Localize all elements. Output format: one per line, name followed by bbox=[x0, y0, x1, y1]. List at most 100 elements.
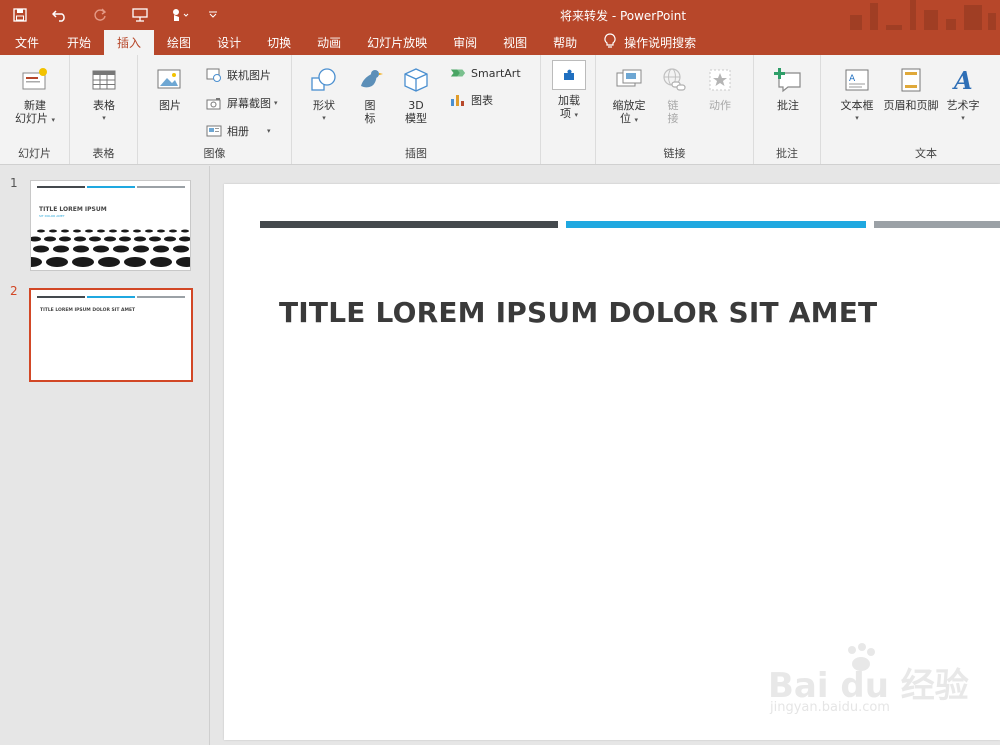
group-label: 批注 bbox=[776, 147, 798, 160]
redo-icon bbox=[93, 8, 107, 22]
shapes-button[interactable]: 形状 ▾ bbox=[304, 65, 344, 125]
slide-thumbnail-1[interactable]: TITLE LOREM IPSUM SIT DOLOR AMET bbox=[30, 180, 191, 271]
tab-insert[interactable]: 插入 bbox=[104, 30, 155, 55]
window-title: 将来转发 - PowerPoint bbox=[560, 9, 687, 23]
tab-file[interactable]: 文件 bbox=[0, 30, 54, 55]
group-label: 表格 bbox=[92, 147, 115, 160]
ribbon-tabs: 文件 开始 插入 绘图 设计 切换 动画 幻灯片放映 审阅 视图 帮助 操作说明… bbox=[0, 30, 1000, 55]
wordart-button[interactable]: A 艺术字 ▾ bbox=[943, 65, 983, 125]
chevron-down-icon: ▾ bbox=[574, 111, 578, 119]
online-pictures-button[interactable]: 联机图片 bbox=[206, 67, 271, 83]
chevron-down-icon: ▾ bbox=[855, 114, 859, 122]
chevron-down-icon: ▾ bbox=[322, 114, 326, 122]
touch-mode-button[interactable] bbox=[160, 0, 200, 30]
group-tables: 表格 ▾ 表格 bbox=[70, 55, 138, 164]
tab-view[interactable]: 视图 bbox=[490, 30, 540, 55]
chevron-down-icon: ▾ bbox=[102, 114, 106, 122]
3d-models-button[interactable]: 3D 模型 bbox=[396, 65, 436, 125]
camera-icon bbox=[206, 95, 222, 111]
tab-design[interactable]: 设计 bbox=[204, 30, 254, 55]
tab-slideshow[interactable]: 幻灯片放映 bbox=[354, 30, 440, 55]
thumb-title: TITLE LOREM IPSUM DOLOR SIT AMET bbox=[40, 308, 136, 313]
tab-transitions[interactable]: 切换 bbox=[254, 30, 304, 55]
tab-draw[interactable]: 绘图 bbox=[154, 30, 204, 55]
tell-me-search[interactable]: 操作说明搜索 bbox=[590, 30, 696, 55]
undo-icon bbox=[52, 8, 68, 22]
group-illustrations: 形状 ▾ 图 标 3D 模型 SmartArt 图表 插图 bbox=[292, 55, 541, 164]
smartart-icon bbox=[450, 65, 466, 81]
touch-icon bbox=[171, 8, 189, 22]
watermark-url: jingyan.baidu.com bbox=[770, 700, 890, 715]
slide-title[interactable]: TITLE LOREM IPSUM DOLOR SIT AMET bbox=[279, 296, 877, 329]
group-label: 幻灯片 bbox=[18, 147, 51, 160]
chevron-down-icon bbox=[208, 11, 218, 19]
thumb-subtitle: SIT DOLOR AMET bbox=[39, 214, 65, 218]
thumb-bar bbox=[37, 186, 85, 188]
chevron-down-icon: ▾ bbox=[274, 99, 278, 107]
chevron-down-icon: ▾ bbox=[961, 114, 965, 122]
icons-button[interactable]: 图 标 bbox=[352, 65, 388, 125]
chevron-down-icon: ▾ bbox=[51, 116, 55, 124]
picture-button[interactable]: 图片 bbox=[150, 65, 190, 112]
group-label: 插图 bbox=[405, 147, 427, 160]
thumb-bar bbox=[37, 296, 85, 298]
album-icon bbox=[206, 123, 222, 139]
action-button[interactable]: 动作 bbox=[700, 65, 740, 112]
zoom-icon bbox=[614, 65, 644, 95]
comment-icon bbox=[773, 65, 803, 95]
textbox-icon: A bbox=[842, 65, 872, 95]
addins-button[interactable]: 加载 项 ▾ bbox=[549, 60, 589, 122]
customize-qat-button[interactable] bbox=[200, 0, 226, 30]
cube-icon bbox=[401, 65, 431, 95]
slide-bar-blue bbox=[566, 221, 866, 228]
zoom-button[interactable]: 缩放定 位 ▾ bbox=[606, 65, 652, 127]
header-footer-button[interactable]: 页眉和页脚 bbox=[883, 65, 939, 112]
header-footer-icon bbox=[896, 65, 926, 95]
chart-button[interactable]: 图表 bbox=[450, 92, 493, 108]
thumb-bar bbox=[137, 296, 185, 298]
tab-home[interactable]: 开始 bbox=[54, 30, 104, 55]
slides-panel: 1 TITLE LOREM IPSUM SIT DOLOR AMET 2 TIT… bbox=[0, 166, 210, 745]
comment-button[interactable]: 批注 bbox=[768, 65, 808, 112]
save-button[interactable] bbox=[0, 0, 40, 30]
baidu-watermark: Bai du 经验 jingyan.baidu.com bbox=[768, 640, 969, 730]
screenshot-button[interactable]: 屏幕截图 ▾ bbox=[206, 95, 278, 111]
group-label: 图像 bbox=[203, 147, 226, 160]
chevron-down-icon: ▾ bbox=[634, 116, 638, 124]
addins-icon bbox=[552, 60, 586, 90]
slide-bar-gray bbox=[874, 221, 1000, 228]
quick-access-toolbar bbox=[0, 0, 226, 30]
bird-icon bbox=[355, 65, 385, 95]
lightbulb-icon bbox=[604, 33, 624, 52]
group-slides: 新建 幻灯片 ▾ 幻灯片 bbox=[0, 55, 70, 164]
slide-thumbnail-2[interactable]: TITLE LOREM IPSUM DOLOR SIT AMET bbox=[29, 288, 193, 382]
picture-icon bbox=[155, 65, 185, 95]
group-label: 链接 bbox=[663, 147, 686, 160]
thumb-bar bbox=[137, 186, 185, 188]
online-picture-icon bbox=[206, 67, 222, 83]
present-from-start-button[interactable] bbox=[120, 0, 160, 30]
tab-help[interactable]: 帮助 bbox=[540, 30, 590, 55]
projector-icon bbox=[132, 8, 148, 22]
new-slide-button[interactable]: 新建 幻灯片 ▾ bbox=[10, 65, 60, 127]
thumb-bar bbox=[87, 296, 135, 298]
table-icon bbox=[89, 65, 119, 95]
tab-animations[interactable]: 动画 bbox=[304, 30, 354, 55]
photo-album-button[interactable]: 相册 ▾ bbox=[206, 123, 271, 139]
smartart-button[interactable]: SmartArt bbox=[450, 65, 521, 81]
group-label: 文本 bbox=[915, 147, 937, 160]
hexagon-pattern-image bbox=[31, 221, 190, 270]
shapes-icon bbox=[309, 65, 339, 95]
undo-button[interactable] bbox=[40, 0, 80, 30]
ribbon: 新建 幻灯片 ▾ 幻灯片 表格 ▾ 表格 图片 联机图片 屏幕截图 ▾ 相册 ▾… bbox=[0, 55, 1000, 165]
textbox-button[interactable]: A 文本框 ▾ bbox=[837, 65, 877, 125]
link-button[interactable]: 链 接 bbox=[658, 65, 688, 125]
table-button[interactable]: 表格 ▾ bbox=[80, 65, 128, 125]
star-icon bbox=[705, 65, 735, 95]
redo-button[interactable] bbox=[80, 0, 120, 30]
tab-review[interactable]: 审阅 bbox=[440, 30, 490, 55]
thumb-title: TITLE LOREM IPSUM bbox=[39, 206, 107, 213]
slide-number: 2 bbox=[10, 284, 18, 298]
group-text: A 文本框 ▾ 页眉和页脚 A 艺术字 ▾ 文本 bbox=[821, 55, 1000, 164]
bar-chart-icon bbox=[450, 92, 466, 108]
